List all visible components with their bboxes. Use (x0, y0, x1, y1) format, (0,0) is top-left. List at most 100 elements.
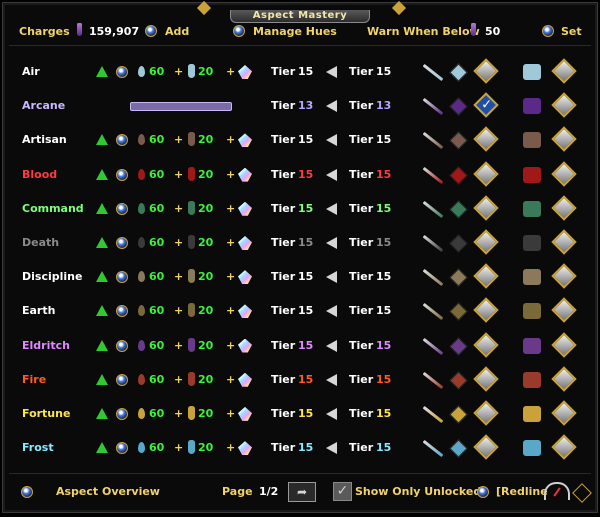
armor-slot-button[interactable] (551, 365, 577, 392)
downgrade-arrow-icon[interactable] (326, 100, 337, 113)
stat-secondary: 20 (198, 201, 214, 215)
tier-max: 15 (376, 201, 392, 215)
upgrade-arrow-icon[interactable] (96, 134, 108, 146)
crystal-icon (238, 167, 252, 182)
tier-current: 15 (298, 133, 314, 147)
aspect-gem-icon[interactable] (116, 407, 128, 420)
aspect-gem-icon[interactable] (116, 339, 128, 352)
weapon-slot-button[interactable] (473, 195, 499, 221)
armor-slot-button[interactable] (551, 58, 577, 84)
upgrade-arrow-icon[interactable] (96, 66, 108, 77)
upgrade-arrow-icon[interactable] (96, 271, 108, 283)
weapon-slot-button[interactable] (473, 434, 499, 460)
upgrade-arrow-icon[interactable] (96, 407, 108, 419)
redline-gem-icon[interactable] (477, 486, 489, 498)
armor-slot-button[interactable] (551, 92, 577, 118)
aspect-name: Fortune (22, 406, 71, 420)
downgrade-arrow-icon[interactable] (326, 373, 337, 386)
armor-slot-button[interactable] (551, 434, 577, 460)
tier-label: Tier (271, 372, 296, 386)
charge-vial-icon (77, 23, 82, 36)
armor-slot-button[interactable] (551, 229, 577, 255)
downgrade-arrow-icon[interactable] (326, 236, 337, 249)
manage-hues-gem-icon[interactable] (233, 25, 245, 37)
downgrade-arrow-icon[interactable] (326, 66, 337, 78)
aspect-name: Artisan (22, 133, 67, 147)
armor-slot-button[interactable] (551, 126, 577, 153)
redline-button[interactable]: [Redline (496, 485, 548, 498)
plus-sign: + (226, 372, 236, 386)
downgrade-arrow-icon[interactable] (326, 339, 337, 352)
gauge-icon[interactable] (544, 482, 570, 500)
crystal-icon (238, 441, 252, 456)
weapon-icon (422, 303, 444, 321)
stat-primary: 60 (149, 133, 165, 147)
weapon-icon (422, 98, 444, 116)
aspect-gem-icon[interactable] (116, 373, 128, 386)
aspect-gem-icon[interactable] (116, 271, 128, 284)
stat-primary: 60 (149, 372, 165, 386)
weapon-icon (422, 439, 444, 458)
downgrade-arrow-icon[interactable] (326, 305, 337, 318)
tier-label: Tier (271, 65, 296, 78)
weapon-slot-button[interactable] (473, 58, 499, 84)
plus-sign: + (174, 235, 184, 249)
aspect-overview-button[interactable]: Aspect Overview (56, 485, 160, 498)
tier-current: 15 (298, 167, 314, 181)
manage-hues-button[interactable]: Manage Hues (253, 25, 337, 38)
upgrade-arrow-icon[interactable] (96, 305, 108, 317)
show-unlocked-checkbox[interactable]: ✓ (333, 482, 352, 501)
add-charges-gem-icon[interactable] (145, 25, 157, 37)
weapon-slot-button[interactable] (473, 400, 499, 426)
upgrade-arrow-icon[interactable] (96, 236, 108, 248)
weapon-slot-button[interactable] (473, 92, 499, 118)
armor-slot-button[interactable] (551, 297, 577, 324)
downgrade-arrow-icon[interactable] (326, 271, 337, 284)
weapon-slot-button[interactable] (473, 160, 499, 187)
armor-slot-button[interactable] (551, 195, 577, 221)
crystal-icon (238, 406, 252, 421)
downgrade-arrow-icon[interactable] (326, 442, 337, 455)
upgrade-arrow-icon[interactable] (96, 442, 108, 454)
armor-slot-button[interactable] (551, 331, 577, 358)
aspect-gem-icon[interactable] (116, 442, 128, 455)
aspect-gem-icon[interactable] (116, 168, 128, 181)
stat-primary: 60 (149, 167, 165, 181)
armor-slot-button[interactable] (551, 263, 577, 289)
set-gem-icon[interactable] (542, 25, 554, 37)
set-button[interactable]: Set (561, 25, 582, 38)
warn-value[interactable]: 50 (485, 25, 500, 38)
downgrade-arrow-icon[interactable] (326, 407, 337, 420)
tier-max: 15 (376, 133, 392, 147)
weapon-slot-button[interactable] (473, 365, 499, 392)
weapon-slot-button[interactable] (473, 263, 499, 289)
upgrade-arrow-icon[interactable] (96, 339, 108, 351)
aspect-gem-icon[interactable] (116, 134, 128, 147)
aspect-gem-icon[interactable] (116, 236, 128, 249)
overview-gem-icon[interactable] (21, 486, 33, 498)
aspect-gem-icon[interactable] (116, 305, 128, 318)
weapon-slot-button[interactable] (473, 297, 499, 324)
armor-slot-button[interactable] (551, 160, 577, 187)
downgrade-arrow-icon[interactable] (326, 134, 337, 147)
upgrade-arrow-icon[interactable] (96, 168, 108, 180)
upgrade-arrow-icon[interactable] (96, 373, 108, 385)
weapon-slot-button[interactable] (473, 229, 499, 255)
weapon-slot-button[interactable] (473, 331, 499, 358)
plus-sign: + (226, 406, 236, 420)
next-page-button[interactable]: ➦ (288, 482, 316, 502)
armor-slot-button[interactable] (551, 400, 577, 426)
stat-primary: 60 (149, 441, 165, 455)
aspect-name: Discipline (22, 270, 83, 284)
downgrade-arrow-icon[interactable] (326, 168, 337, 181)
aspect-gem-icon[interactable] (116, 202, 128, 215)
weapon-slot-button[interactable] (473, 126, 499, 153)
aspect-gem-icon[interactable] (116, 66, 128, 78)
rune-icon (449, 165, 468, 185)
corner-gem-icon[interactable] (572, 483, 592, 503)
downgrade-arrow-icon[interactable] (326, 202, 337, 215)
boots-icon (523, 132, 541, 149)
upgrade-arrow-icon[interactable] (96, 202, 108, 214)
aspect-name: Arcane (22, 99, 66, 113)
add-button[interactable]: Add (165, 25, 189, 38)
